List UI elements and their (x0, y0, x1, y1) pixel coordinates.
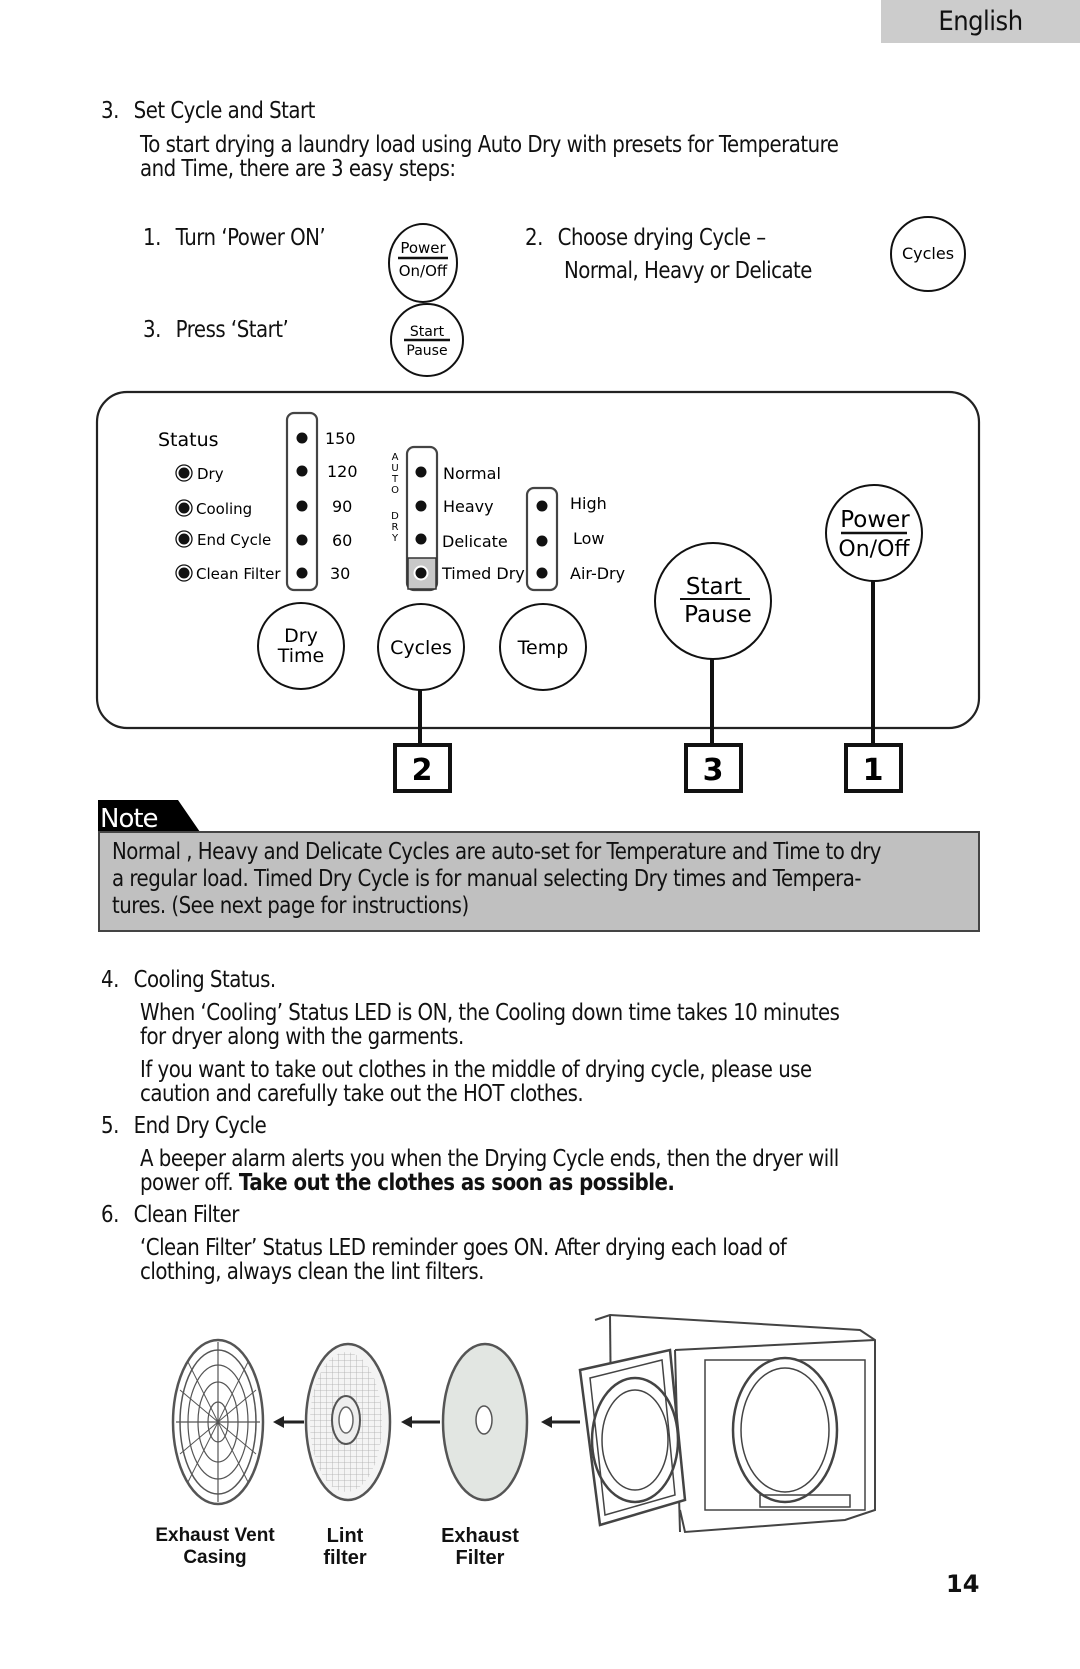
start-pause-button-bottom: Pause (684, 602, 752, 628)
temp-option-high: High (570, 494, 607, 513)
item-5-line2-plain: power off. (140, 1170, 239, 1196)
page-number: 14 (946, 1570, 980, 1598)
note-tab: Note (98, 800, 200, 832)
status-title: Status (158, 429, 219, 451)
power-onoff-button: Power On/Off (825, 484, 923, 582)
item-4-p2-line1: If you want to take out clothes in the m… (140, 1057, 812, 1083)
item-4-p2-line2: caution and carefully take out the HOT c… (140, 1081, 584, 1107)
dry-time-value-60: 60 (332, 531, 352, 550)
exhaust-vent-casing-icon (171, 1338, 265, 1506)
dry-time-value-30: 30 (330, 564, 350, 583)
item-6-heading: 6. Clean Filter (101, 1203, 239, 1228)
label-lint-filter: Lint filter (305, 1525, 385, 1569)
temp-option-air-dry: Air-Dry (570, 564, 625, 583)
dry-time-button: Dry Time (257, 602, 345, 690)
svg-text:D: D (391, 511, 399, 522)
cycle-option-normal: Normal (443, 464, 501, 483)
item-4-p1-line1: When ‘Cooling’ Status LED is ON, the Coo… (140, 1000, 840, 1026)
cycles-icon-label: Cycles (902, 244, 954, 263)
status-label-cooling: Cooling (196, 500, 252, 518)
callout-box-2: 2 (393, 743, 452, 793)
item-5-title: End Dry Cycle (133, 1113, 267, 1139)
arrow-left-icon (541, 1416, 580, 1428)
note-line-2: a regular load. Timed Dry Cycle is for m… (112, 866, 861, 892)
label-exhaust-filter-line2: Filter (455, 1547, 505, 1569)
item-5-line2-bold: Take out the clothes as soon as possible… (238, 1170, 675, 1196)
note-line-3: tures. (See next page for instructions) (112, 893, 469, 919)
label-exhaust-vent-casing-line1: Exhaust Vent (155, 1525, 275, 1546)
svg-text:1: 1 (863, 753, 884, 788)
svg-text:Y: Y (391, 533, 399, 544)
label-exhaust-vent-casing-line2: Casing (183, 1547, 247, 1568)
item-6-line1: ‘Clean Filter’ Status LED reminder goes … (140, 1235, 787, 1261)
start-button-icon-small: Start Pause (390, 303, 464, 377)
filter-assembly-illustration (171, 1313, 876, 1534)
item-5-heading: 5. End Dry Cycle (101, 1113, 267, 1139)
note-tab-label: Note (100, 804, 158, 832)
dry-time-value-90: 90 (332, 497, 352, 516)
label-exhaust-filter: Exhaust Filter (430, 1525, 530, 1569)
item-4-p1-line2: for dryer along with the garments. (140, 1024, 464, 1050)
item-6-title: Clean Filter (133, 1202, 240, 1228)
status-led-cooling: Cooling (175, 499, 252, 518)
temp-button-label: Temp (517, 637, 569, 659)
step-icons: Power On/Off Cycles Start Pause (388, 216, 966, 377)
temp-option-low: Low (573, 529, 605, 548)
status-led-dry: Dry (175, 464, 224, 483)
item-4-heading: 4. Cooling Status. (101, 968, 276, 993)
svg-text:T: T (391, 474, 399, 485)
item-4-title: Cooling Status. (133, 967, 276, 993)
item-6-number: 6. (101, 1202, 119, 1228)
start-icon-top-label: Start (410, 324, 445, 340)
item-6-line2: clothing, always clean the lint filters. (140, 1259, 484, 1285)
svg-text:R: R (392, 522, 399, 533)
dryer-open-door-icon (578, 1313, 876, 1534)
power-button-icon-small: Power On/Off (388, 223, 458, 303)
start-pause-button: Start Pause (654, 542, 772, 660)
cycle-option-delicate: Delicate (442, 532, 508, 551)
cycles-button: Cycles (377, 603, 465, 691)
status-label-dry: Dry (197, 465, 224, 483)
label-lint-filter-line1: Lint (326, 1525, 364, 1547)
label-lint-filter-line2: filter (323, 1547, 367, 1569)
svg-text:3: 3 (703, 753, 724, 788)
dry-time-button-line2: Time (277, 645, 325, 667)
power-icon-top-label: Power (400, 239, 446, 257)
svg-text:2: 2 (412, 753, 433, 788)
lint-filter-icon (304, 1342, 392, 1502)
start-icon-bottom-label: Pause (406, 343, 447, 359)
arrow-left-icon (401, 1416, 440, 1428)
arrow-left-icon (273, 1416, 304, 1428)
svg-text:U: U (391, 463, 398, 474)
dry-time-button-line1: Dry (284, 625, 318, 647)
note-line-1: Normal , Heavy and Delicate Cycles are a… (112, 839, 881, 865)
dry-time-value-120: 120 (327, 462, 358, 481)
status-label-clean-filter: Clean Filter (196, 565, 281, 583)
power-icon-bottom-label: On/Off (399, 262, 448, 280)
cycles-button-label: Cycles (390, 637, 452, 659)
note-text: Normal , Heavy and Delicate Cycles are a… (112, 839, 881, 920)
callout-box-3: 3 (684, 743, 743, 793)
power-button-bottom: On/Off (838, 537, 910, 562)
power-button-top: Power (840, 507, 910, 533)
item-5-line1: A beeper alarm alerts you when the Dryin… (140, 1146, 839, 1172)
start-pause-button-top: Start (686, 574, 742, 600)
temp-button: Temp (499, 603, 587, 691)
label-exhaust-filter-line1: Exhaust (441, 1525, 519, 1547)
dry-time-value-150: 150 (325, 429, 356, 448)
label-exhaust-vent-casing: Exhaust Vent Casing (140, 1525, 290, 1569)
svg-text:A: A (392, 452, 399, 463)
item-5-number: 5. (101, 1113, 119, 1139)
callout-box-1: 1 (844, 743, 903, 793)
control-panel-diagram: Status Dry Cooling End Cycle Clean Filte… (95, 390, 981, 793)
exhaust-filter-icon (441, 1342, 529, 1502)
status-label-end-cycle: End Cycle (197, 531, 271, 549)
item-4-number: 4. (101, 967, 119, 993)
svg-text:O: O (391, 485, 399, 496)
cycle-option-timed-dry: Timed Dry (441, 564, 525, 583)
cycle-option-heavy: Heavy (443, 497, 494, 516)
cycles-button-icon-small: Cycles (890, 216, 966, 292)
item-5-line2: power off. Take out the clothes as soon … (140, 1170, 675, 1196)
